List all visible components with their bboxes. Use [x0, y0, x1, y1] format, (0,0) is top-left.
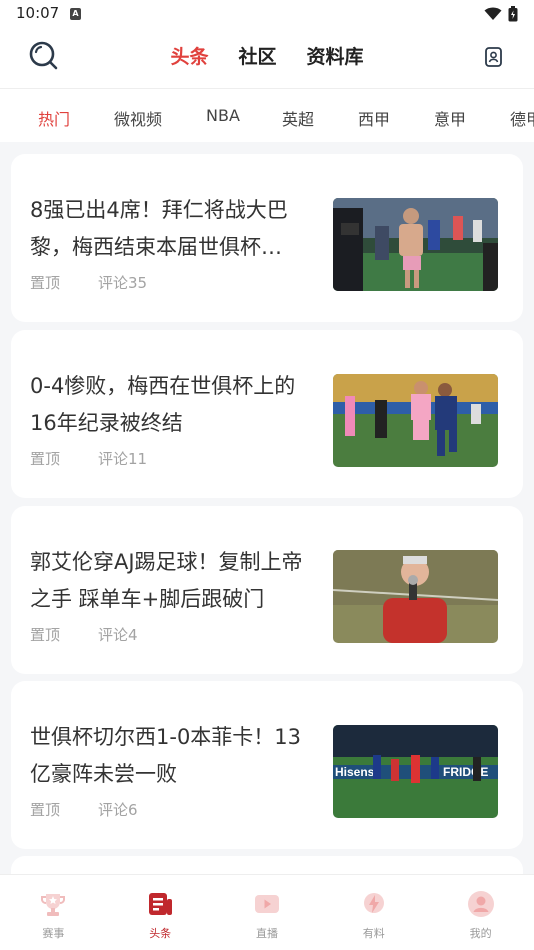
- profile-button[interactable]: [484, 46, 504, 68]
- status-icons: [484, 6, 518, 22]
- notification-icon: A: [70, 8, 81, 20]
- category-hot[interactable]: 热门: [38, 106, 114, 130]
- category-premier-league[interactable]: 英超: [282, 106, 358, 130]
- article-card[interactable]: 0-4惨败，梅西在世俱杯上的16年纪录被终结 置顶 评论11: [11, 330, 523, 498]
- tab-headlines[interactable]: 头条: [170, 42, 208, 69]
- category-serie-a[interactable]: 意甲: [434, 106, 510, 130]
- tab-community[interactable]: 社区: [238, 42, 276, 69]
- thumbnail-image: [333, 198, 498, 291]
- tab-events[interactable]: 赛事: [0, 875, 107, 950]
- category-micro-video[interactable]: 微视频: [114, 106, 206, 130]
- article-card[interactable]: 8强已出4席！拜仁将战大巴黎，梅西结束本届世俱杯… 置顶 评论35: [11, 154, 523, 322]
- article-thumbnail: [333, 374, 498, 467]
- lightning-icon: [363, 893, 384, 913]
- user-card-icon: [485, 47, 502, 67]
- header: 头条 社区 资料库: [0, 28, 534, 88]
- article-meta: 置顶 评论11: [30, 448, 147, 469]
- tab-label: 头条: [149, 927, 172, 940]
- status-time: 10:07: [16, 4, 60, 22]
- comment-count: 评论6: [98, 801, 138, 819]
- category-la-liga[interactable]: 西甲: [358, 106, 434, 130]
- article-title: 郭艾伦穿AJ踢足球！复制上帝之手 踩单车+脚后跟破门: [30, 550, 303, 611]
- tab-label: 我的: [469, 927, 492, 940]
- article-card[interactable]: 世俱杯切尔西1-0本菲卡！13亿豪阵未尝一败 置顶 评论6 Hisense FR…: [11, 681, 523, 849]
- article-title: 世俱杯切尔西1-0本菲卡！13亿豪阵未尝一败: [30, 725, 302, 786]
- fridge-ad-text: FRIDGE: [443, 765, 488, 779]
- article-thumbnail: Hisense FRIDGE: [333, 725, 498, 818]
- pinned-label: 置顶: [30, 801, 61, 819]
- news-icon: [149, 893, 173, 915]
- article-title: 0-4惨败，梅西在世俱杯上的16年纪录被终结: [30, 374, 296, 435]
- status-bar: 10:07 A: [0, 0, 534, 28]
- category-nba[interactable]: NBA: [206, 106, 282, 130]
- article-card[interactable]: 郭艾伦穿AJ踢足球！复制上帝之手 踩单车+脚后跟破门 置顶 评论4: [11, 506, 523, 674]
- tab-me[interactable]: 我的: [427, 875, 534, 950]
- top-tabs: 头条 社区 资料库: [0, 42, 534, 69]
- article-thumbnail: [333, 550, 498, 643]
- article-title: 8强已出4席！拜仁将战大巴黎，梅西结束本届世俱杯…: [30, 198, 288, 259]
- category-bar: 热门 微视频 NBA 英超 西甲 意甲 德甲: [0, 88, 534, 142]
- pinned-label: 置顶: [30, 626, 61, 644]
- tab-trending[interactable]: 有料: [320, 875, 427, 950]
- play-icon: [254, 895, 279, 913]
- tab-label: 有料: [362, 927, 385, 940]
- battery-icon: [508, 6, 518, 22]
- thumbnail-image: [333, 374, 498, 467]
- category-bundesliga[interactable]: 德甲: [510, 106, 534, 130]
- pinned-label: 置顶: [30, 450, 61, 468]
- tab-news[interactable]: 头条: [107, 875, 214, 950]
- wifi-icon: [484, 7, 502, 20]
- category-list: 热门 微视频 NBA 英超 西甲 意甲 德甲: [38, 106, 534, 130]
- pinned-label: 置顶: [30, 274, 61, 292]
- tab-live[interactable]: 直播: [214, 875, 321, 950]
- article-meta: 置顶 评论35: [30, 272, 147, 293]
- bottom-tab-bar: 赛事 头条 直播 有料 我的: [0, 874, 534, 950]
- comment-count: 评论35: [98, 274, 148, 292]
- article-meta: 置顶 评论6: [30, 799, 138, 820]
- tab-label: 直播: [255, 927, 278, 940]
- comment-count: 评论11: [98, 450, 148, 468]
- trophy-icon: [41, 894, 66, 916]
- thumbnail-image: [333, 550, 498, 643]
- article-meta: 置顶 评论4: [30, 624, 138, 645]
- tab-label: 赛事: [42, 927, 65, 940]
- user-icon: [467, 891, 494, 917]
- thumbnail-image: Hisense FRIDGE: [333, 725, 498, 818]
- tab-database[interactable]: 资料库: [307, 42, 364, 69]
- article-thumbnail: [333, 198, 498, 291]
- comment-count: 评论4: [98, 626, 138, 644]
